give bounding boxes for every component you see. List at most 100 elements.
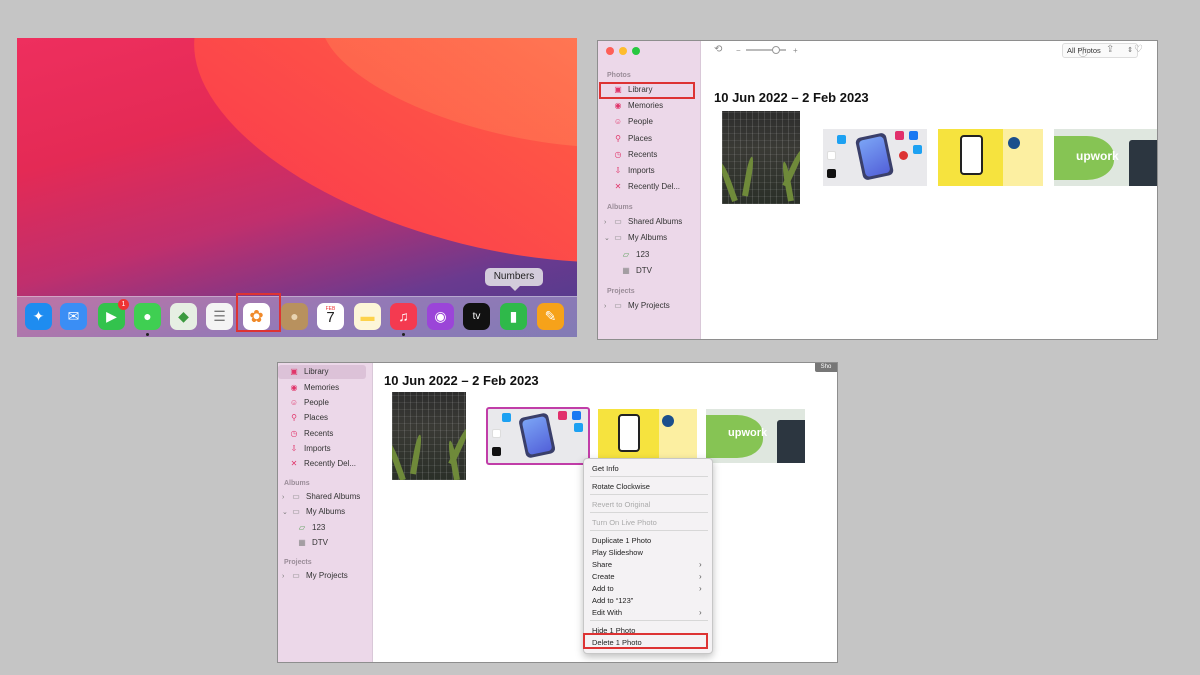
- podcasts-icon[interactable]: ◉: [427, 303, 454, 330]
- menu-item-duplicate[interactable]: Duplicate 1 Photo: [592, 536, 651, 545]
- chevron-down-icon[interactable]: ⌄: [282, 506, 290, 520]
- notes-icon[interactable]: ▬: [354, 303, 381, 330]
- photo-yellow-phone[interactable]: [598, 409, 697, 463]
- imports-icon: ⇩: [614, 166, 622, 175]
- sidebar-item-recently-deleted[interactable]: ✕ Recently Del...: [612, 180, 680, 194]
- maps-icon[interactable]: ◆: [170, 303, 197, 330]
- sidebar-item-library[interactable]: ▣ Library: [278, 365, 366, 379]
- running-indicator: [146, 333, 149, 336]
- photo-passport: [1128, 140, 1157, 186]
- photo-yellow-phone[interactable]: [938, 129, 1043, 186]
- sidebar-item-imports[interactable]: ⇩ Imports: [288, 442, 331, 456]
- chevron-right-icon[interactable]: ›: [282, 570, 290, 584]
- dock: ✦ ✉ ▶ 1 ● ◆ ☰ ✿ ● FEB 7 ▬ ♫ ◉ tv ▮ ✎: [17, 296, 577, 337]
- sidebar-item-places[interactable]: ⚲ Places: [612, 132, 652, 146]
- sidebar-item-people[interactable]: ☺ People: [612, 115, 653, 129]
- photos-window-context-menu: Sho ▣ Library ◉ Memories ☺ People ⚲ Places ◷…: [277, 362, 838, 663]
- chevron-right-icon[interactable]: ›: [282, 491, 290, 505]
- pages-icon[interactable]: ✎: [537, 303, 564, 330]
- sidebar-item-my-projects[interactable]: › ▭ My Projects: [604, 299, 670, 313]
- menu-item-rotate-clockwise[interactable]: Rotate Clockwise: [592, 482, 650, 491]
- chevron-right-icon: ›: [699, 584, 702, 593]
- sidebar-item-recently-deleted[interactable]: ✕ Recently Del...: [288, 457, 356, 471]
- memories-icon: ◉: [290, 383, 298, 392]
- menu-item-play-slideshow[interactable]: Play Slideshow: [592, 548, 643, 557]
- menu-item-add-to-123[interactable]: Add to “123”: [592, 596, 633, 605]
- calendar-icon[interactable]: FEB 7: [317, 303, 344, 330]
- photo-plant[interactable]: [392, 392, 466, 480]
- sidebar-item-imports[interactable]: ⇩ Imports: [612, 164, 655, 178]
- sidebar-item-album-dtv[interactable]: ▦ DTV: [620, 264, 652, 278]
- chevron-right-icon[interactable]: ›: [604, 300, 612, 314]
- places-icon: ⚲: [615, 134, 621, 143]
- sidebar-item-my-albums[interactable]: ⌄ ▭ My Albums: [282, 505, 345, 519]
- chevron-down-icon[interactable]: ⌄: [604, 232, 612, 246]
- sidebar-item-album-123[interactable]: ▱ 123: [296, 521, 325, 535]
- instagram-icon: [895, 131, 904, 140]
- sidebar-item-my-albums[interactable]: ⌄ ▭ My Albums: [604, 231, 667, 245]
- recents-icon: ◷: [614, 150, 622, 159]
- facetime-icon[interactable]: ▶ 1: [98, 299, 129, 330]
- chevron-right-icon: ›: [699, 608, 702, 617]
- selected-photo-outline: [486, 407, 590, 465]
- upwork-logo-text: upwork: [1076, 149, 1119, 163]
- music-icon[interactable]: ♫: [390, 303, 417, 330]
- album-thumb-icon: ▱: [622, 250, 630, 259]
- download-icon: [1008, 137, 1020, 149]
- sidebar-item-memories[interactable]: ◉ Memories: [612, 99, 664, 113]
- photo-social-apps[interactable]: [823, 129, 927, 186]
- sidebar-item-memories[interactable]: ◉ Memories: [288, 381, 340, 395]
- sidebar-section-projects: Projects: [284, 559, 312, 566]
- sidebar-section-photos: Photos: [607, 72, 631, 79]
- folder-icon: ▭: [614, 301, 622, 310]
- favorite-icon[interactable]: ♡: [1134, 44, 1143, 55]
- sidebar-item-album-dtv[interactable]: ▦ DTV: [296, 536, 328, 550]
- zoom-slider-knob[interactable]: [772, 46, 780, 54]
- sidebar-item-recents[interactable]: ◷ Recents: [612, 148, 658, 162]
- sidebar-item-people[interactable]: ☺ People: [288, 396, 329, 410]
- photo-upwork[interactable]: upwork: [1054, 129, 1157, 186]
- recents-icon: ◷: [290, 429, 298, 438]
- download-icon: [662, 415, 674, 427]
- folder-icon: ▭: [292, 571, 300, 580]
- minimize-button[interactable]: [619, 47, 627, 55]
- mail-icon[interactable]: ✉: [60, 303, 87, 330]
- close-button[interactable]: [606, 47, 614, 55]
- menu-item-share[interactable]: Share ›: [592, 560, 702, 569]
- safari-icon[interactable]: ✦: [25, 303, 52, 330]
- reminders-icon[interactable]: ☰: [206, 303, 233, 330]
- view-selector[interactable]: All Photos ⇕: [1062, 43, 1138, 58]
- sidebar-item-my-projects[interactable]: › ▭ My Projects: [282, 569, 348, 583]
- menu-item-revert-to-original: Revert to Original: [592, 500, 651, 509]
- menu-item-create[interactable]: Create ›: [592, 572, 702, 581]
- sidebar-item-album-123[interactable]: ▱ 123: [620, 248, 649, 262]
- messages-icon[interactable]: ●: [134, 303, 161, 330]
- toolbar: ⟲ − + All Photos ⇕ ⓘ ⇪ ♡: [702, 41, 1157, 63]
- zoom-slider[interactable]: [746, 46, 786, 54]
- photo-upwork[interactable]: upwork: [706, 409, 805, 463]
- upwork-logo-text: upwork: [728, 427, 768, 439]
- menu-item-get-info[interactable]: Get Info: [592, 464, 619, 473]
- zoom-in-icon[interactable]: +: [793, 46, 798, 55]
- folder-icon: ▭: [292, 507, 300, 516]
- contacts-icon[interactable]: ●: [281, 303, 308, 330]
- menu-item-edit-with[interactable]: Edit With ›: [592, 608, 702, 617]
- photo-phone: [854, 132, 895, 181]
- sidebar-item-shared-albums[interactable]: › ▭ Shared Albums: [604, 215, 682, 229]
- album-thumb-icon: ▱: [298, 523, 306, 532]
- sidebar-item-recents[interactable]: ◷ Recents: [288, 427, 334, 441]
- numbers-icon[interactable]: ▮: [500, 303, 527, 330]
- menu-item-add-to[interactable]: Add to ›: [592, 584, 702, 593]
- rotate-icon[interactable]: ⟲: [714, 44, 722, 55]
- desktop-screenshot: Numbers ✦ ✉ ▶ 1 ● ◆ ☰ ✿ ● FEB 7 ▬ ♫ ◉ tv ▮…: [17, 38, 577, 337]
- library-highlight-box: [599, 82, 695, 99]
- chevron-right-icon[interactable]: ›: [604, 216, 612, 230]
- share-icon[interactable]: ⇪: [1106, 44, 1114, 55]
- photo-plant[interactable]: [722, 111, 800, 204]
- sidebar-item-places[interactable]: ⚲ Places: [288, 411, 328, 425]
- zoom-button[interactable]: [632, 47, 640, 55]
- zoom-out-icon[interactable]: −: [736, 46, 741, 55]
- info-icon[interactable]: ⓘ: [1078, 44, 1088, 59]
- apple-tv-icon[interactable]: tv: [463, 303, 490, 330]
- sidebar-item-shared-albums[interactable]: › ▭ Shared Albums: [282, 490, 360, 504]
